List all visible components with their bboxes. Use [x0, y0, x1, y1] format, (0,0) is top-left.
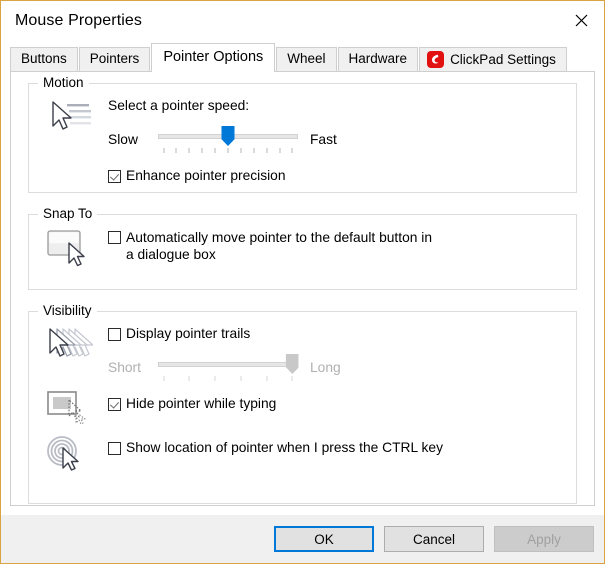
locate-pointer-icon: [39, 434, 108, 472]
pointer-speed-slider-ticks: [158, 148, 298, 154]
pointer-options-panel: Motion Select a pointer speed: Slow Fast…: [10, 71, 595, 506]
tab-strip: Buttons Pointers Pointer Options Wheel H…: [1, 41, 604, 72]
slider-tick: [201, 148, 203, 153]
pointer-speed-slider[interactable]: [158, 126, 298, 156]
slider-tick: [163, 148, 165, 153]
pointer-speed-slow-label: Slow: [108, 132, 138, 147]
tab-clickpad-settings-label: ClickPad Settings: [450, 51, 556, 67]
slider-tick: [279, 148, 281, 153]
visibility-group-title: Visibility: [38, 303, 97, 318]
auto-move-pointer-checkbox[interactable]: [108, 231, 121, 244]
show-location-label: Show location of pointer when I press th…: [126, 440, 443, 455]
trails-length-slider-thumb: [285, 354, 299, 374]
auto-move-pointer-label: Automatically move pointer to the defaul…: [126, 230, 433, 262]
ok-button[interactable]: OK: [274, 526, 374, 552]
pointer-trails-icon: [39, 326, 108, 384]
slider-tick: [227, 148, 229, 153]
apply-button: Apply: [494, 526, 594, 552]
slider-tick: [163, 376, 165, 381]
tab-clickpad-settings[interactable]: ClickPad Settings: [419, 47, 567, 71]
slider-tick: [175, 148, 177, 153]
slider-tick: [240, 148, 242, 153]
hide-pointer-typing-icon: [39, 390, 108, 426]
motion-group-title: Motion: [38, 75, 89, 90]
slider-tick: [240, 376, 242, 381]
trails-length-slider: [158, 354, 299, 384]
auto-move-pointer-row[interactable]: Automatically move pointer to the defaul…: [108, 229, 566, 263]
snap-to-group: Snap To Automatically move pointer to th…: [28, 206, 577, 290]
window-title: Mouse Properties: [15, 12, 142, 29]
enhance-precision-checkbox[interactable]: [108, 170, 121, 183]
snap-to-button-icon: [39, 227, 108, 267]
tab-hardware[interactable]: Hardware: [337, 47, 419, 71]
slider-tick: [253, 148, 255, 153]
enhance-precision-label: Enhance pointer precision: [126, 168, 286, 183]
tab-buttons[interactable]: Buttons: [10, 47, 78, 71]
trails-length-slider-row: Short Long: [108, 354, 566, 384]
pointer-speed-fast-label: Fast: [310, 132, 337, 147]
slider-tick: [214, 376, 216, 381]
trails-length-slider-track: [158, 362, 298, 367]
trails-long-label: Long: [310, 360, 341, 375]
slider-tick: [291, 148, 293, 153]
display-trails-row[interactable]: Display pointer trails: [108, 326, 566, 341]
hide-while-typing-label: Hide pointer while typing: [126, 396, 277, 411]
display-trails-label: Display pointer trails: [126, 326, 251, 341]
hide-while-typing-checkbox[interactable]: [108, 398, 121, 411]
slider-tick: [291, 376, 293, 381]
pointer-speed-slider-row: Slow Fast: [108, 126, 566, 156]
tab-pointer-options[interactable]: Pointer Options: [151, 43, 276, 72]
slider-tick: [266, 148, 268, 153]
tab-wheel[interactable]: Wheel: [276, 47, 337, 71]
clickpad-flame-icon: [427, 51, 445, 68]
tab-pointers[interactable]: Pointers: [78, 47, 151, 71]
snap-to-group-title: Snap To: [38, 206, 98, 221]
title-bar: Mouse Properties: [1, 1, 604, 41]
trails-length-slider-ticks: [158, 376, 298, 382]
enhance-precision-row[interactable]: Enhance pointer precision: [108, 168, 566, 183]
mouse-properties-window: Mouse Properties Buttons Pointers Pointe…: [0, 0, 605, 564]
pointer-speed-slider-thumb[interactable]: [221, 126, 235, 146]
slider-tick: [266, 376, 268, 381]
close-icon[interactable]: [558, 1, 604, 40]
slider-tick: [188, 376, 190, 381]
slider-tick: [214, 148, 216, 153]
show-location-row[interactable]: Show location of pointer when I press th…: [108, 440, 566, 455]
slider-tick: [188, 148, 190, 153]
hide-while-typing-row[interactable]: Hide pointer while typing: [108, 396, 566, 411]
trails-short-label: Short: [108, 360, 141, 375]
show-location-checkbox[interactable]: [108, 442, 121, 455]
pointer-speed-label: Select a pointer speed:: [108, 98, 250, 113]
visibility-group: Visibility Display pointer trails Short …: [28, 303, 577, 504]
motion-group: Motion Select a pointer speed: Slow Fast…: [28, 75, 577, 193]
cancel-button[interactable]: Cancel: [384, 526, 484, 552]
dialog-footer: OK Cancel Apply: [1, 515, 604, 563]
display-trails-checkbox[interactable]: [108, 328, 121, 341]
pointer-speed-icon: [39, 98, 108, 183]
